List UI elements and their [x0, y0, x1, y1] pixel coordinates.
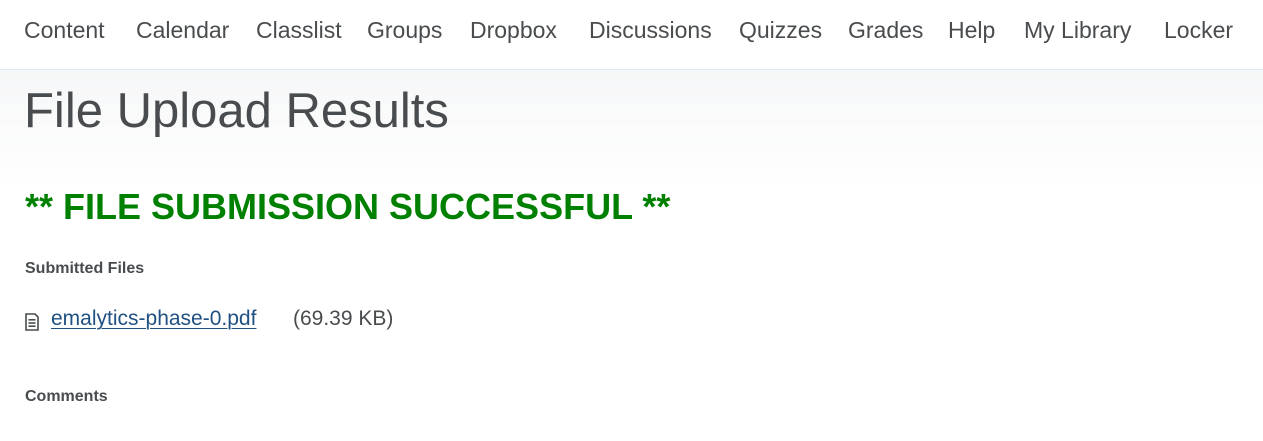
- course-navbar: Content Calendar Classlist Groups Dropbo…: [0, 0, 1263, 70]
- nav-item-groups[interactable]: Groups: [367, 17, 442, 44]
- nav-item-help[interactable]: Help: [948, 17, 995, 44]
- nav-item-classlist[interactable]: Classlist: [256, 17, 342, 44]
- nav-item-dropbox[interactable]: Dropbox: [470, 17, 557, 44]
- nav-item-locker[interactable]: Locker: [1164, 17, 1233, 44]
- nav-item-content[interactable]: Content: [24, 17, 105, 44]
- success-message: ** FILE SUBMISSION SUCCESSFUL **: [25, 186, 671, 227]
- nav-item-quizzes[interactable]: Quizzes: [739, 17, 822, 44]
- comments-label: Comments: [25, 388, 108, 405]
- page-content: File Upload Results ** FILE SUBMISSION S…: [0, 70, 1263, 441]
- nav-item-calendar[interactable]: Calendar: [136, 17, 229, 44]
- nav-item-discussions[interactable]: Discussions: [589, 17, 712, 44]
- page-title: File Upload Results: [24, 84, 449, 138]
- file-link[interactable]: emalytics-phase-0.pdf: [51, 307, 256, 331]
- submitted-files-label: Submitted Files: [25, 260, 145, 277]
- file-size: (69.39 KB): [293, 307, 394, 330]
- nav-item-my-library[interactable]: My Library: [1024, 17, 1131, 44]
- document-icon: [25, 313, 39, 331]
- nav-item-grades[interactable]: Grades: [848, 17, 923, 44]
